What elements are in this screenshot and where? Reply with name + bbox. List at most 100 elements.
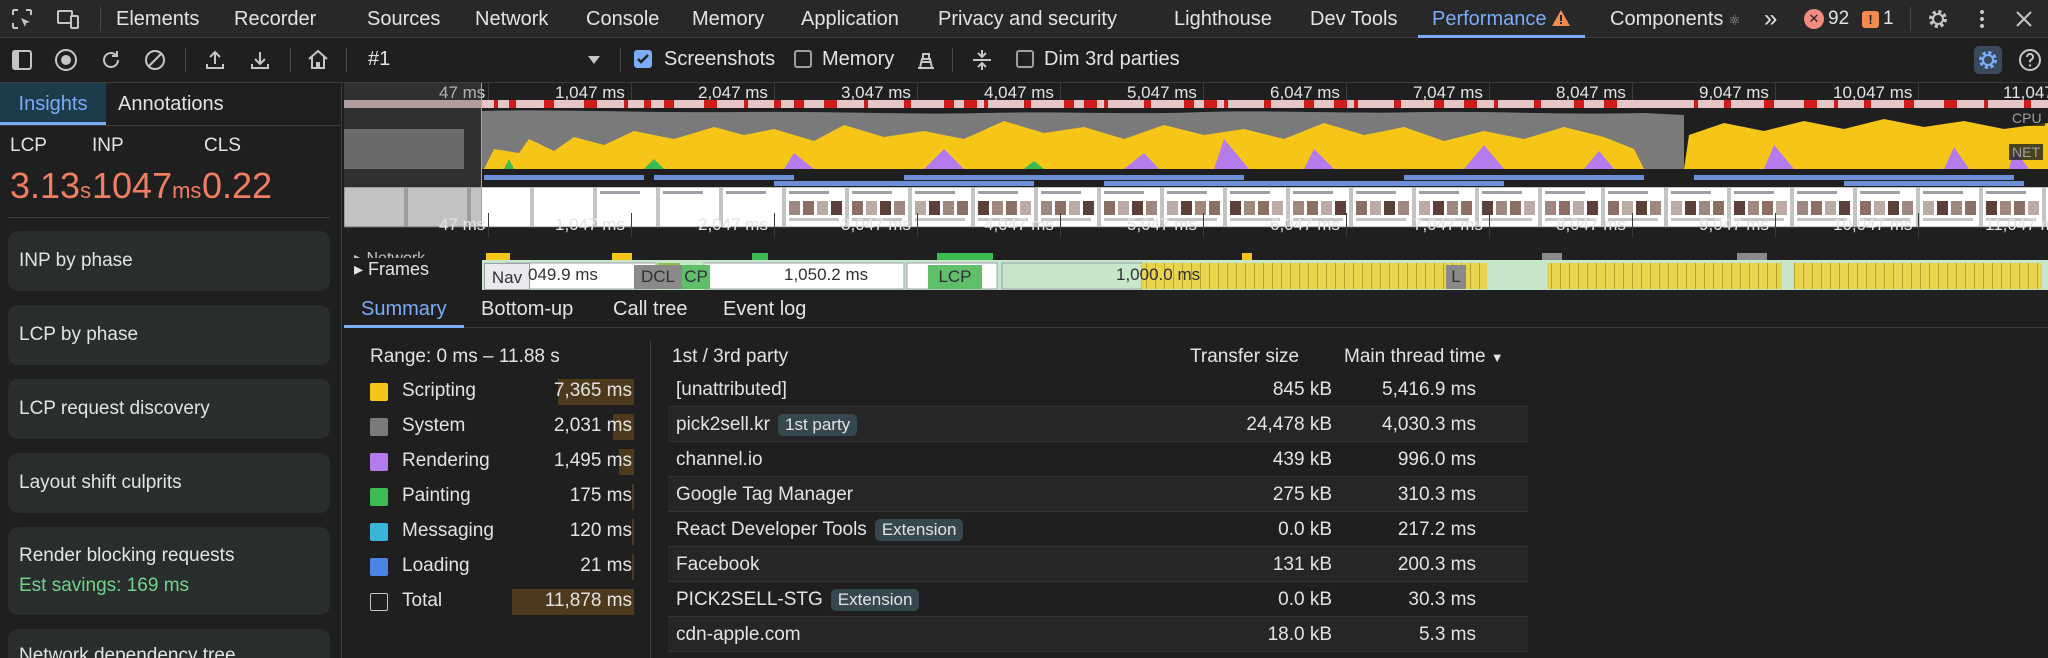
inp-metric[interactable]: 1047ms xyxy=(92,165,201,207)
capture-settings-gear-icon[interactable] xyxy=(1974,46,2002,74)
kebab-menu-icon[interactable] xyxy=(1968,5,1996,33)
lcp-marker-partial[interactable]: CP xyxy=(682,265,710,289)
category-row[interactable]: System 2,031 ms xyxy=(370,413,634,441)
long-task-marker xyxy=(1984,100,1988,108)
nav-marker[interactable]: Nav xyxy=(484,263,530,290)
long-task-marker xyxy=(1204,100,1217,108)
insight-card-render-blocking-requests[interactable]: Render blocking requests Est savings: 16… xyxy=(8,527,330,615)
third-party-name: pick2sell.kr 1st party xyxy=(676,414,858,436)
long-task-marker xyxy=(1834,100,1838,108)
category-swatch xyxy=(370,488,388,506)
toggle-sidebar-icon[interactable] xyxy=(8,46,36,74)
tab-bottom-up[interactable]: Bottom-up xyxy=(481,290,573,328)
time-tick-label: 1,047 ms xyxy=(555,215,625,234)
errors-badge[interactable]: ✕ 92 xyxy=(1804,6,1849,32)
screenshot-thumbnail[interactable] xyxy=(1918,187,1981,227)
tab-memory[interactable]: Memory xyxy=(692,0,764,38)
insight-card-lcp-by-phase[interactable]: LCP by phase xyxy=(8,305,330,365)
memory-checkbox[interactable] xyxy=(794,50,812,68)
tab-sources[interactable]: Sources xyxy=(367,0,440,38)
category-row[interactable]: Rendering 1,495 ms xyxy=(370,448,634,476)
network-track-label[interactable]: ▸ Network xyxy=(354,248,425,258)
third-party-row[interactable]: channel.io 439 kB 996.0 ms xyxy=(668,442,1528,477)
dim-3rd-parties-checkbox[interactable] xyxy=(1016,50,1034,68)
issues-badge[interactable]: ! 1 xyxy=(1862,6,1894,32)
tab-lighthouse[interactable]: Lighthouse xyxy=(1174,0,1272,38)
insight-card-network-dependency-tree[interactable]: Network dependency tree xyxy=(8,629,330,658)
more-tabs-button[interactable]: » xyxy=(1764,0,1777,38)
divider xyxy=(185,48,186,72)
screenshot-thumbnail[interactable] xyxy=(910,187,973,227)
third-party-row[interactable]: Google Tag Manager 275 kB 310.3 ms xyxy=(668,477,1528,512)
time-tick-label: 7,047 ms xyxy=(1413,215,1483,234)
device-toolbar-icon[interactable] xyxy=(54,5,82,33)
main-thread-time: 5,416.9 ms xyxy=(1382,379,1476,400)
tab-components[interactable]: Components ⚛ xyxy=(1610,0,1741,38)
lcp-metric[interactable]: 3.13s xyxy=(10,165,91,207)
reload-record-icon[interactable] xyxy=(97,46,125,74)
category-row[interactable]: Painting 175 ms xyxy=(370,483,634,511)
frame-divider xyxy=(1344,263,1345,289)
screenshots-checkbox[interactable] xyxy=(634,50,652,68)
frame-divider xyxy=(1227,263,1228,289)
divider xyxy=(650,340,651,658)
download-icon[interactable] xyxy=(246,46,274,74)
category-row[interactable]: Loading 21 ms xyxy=(370,553,634,581)
third-party-row[interactable]: cdn-apple.com 18.0 kB 5.3 ms xyxy=(668,617,1528,652)
issues-count: 1 xyxy=(1883,8,1894,29)
frame-divider xyxy=(1596,263,1597,289)
tab-elements[interactable]: Elements xyxy=(116,0,199,38)
tab-event-log[interactable]: Event log xyxy=(723,290,806,328)
tab-summary[interactable]: Summary xyxy=(344,290,464,328)
close-devtools-icon[interactable] xyxy=(2010,5,2038,33)
recording-select-value[interactable]: #1 xyxy=(368,48,390,71)
tab-call-tree[interactable]: Call tree xyxy=(613,290,687,328)
dcl-marker[interactable]: DCL xyxy=(634,265,682,289)
third-party-row[interactable]: pick2sell.kr 1st party 24,478 kB 4,030.3 ms xyxy=(668,407,1528,442)
screenshot-thumbnail[interactable] xyxy=(1351,187,1414,227)
third-party-row[interactable]: [unattributed] 845 kB 5,416.9 ms xyxy=(668,372,1528,407)
record-icon[interactable] xyxy=(52,46,80,74)
tab-privacy-and-security[interactable]: Privacy and security xyxy=(938,0,1117,38)
sidebar-tab-insights[interactable]: Insights xyxy=(0,83,106,125)
tab-network[interactable]: Network xyxy=(475,0,548,38)
category-row[interactable]: Scripting 7,365 ms xyxy=(370,378,634,406)
garbage-collect-icon[interactable] xyxy=(912,46,940,74)
tab-application[interactable]: Application xyxy=(801,0,899,38)
cls-metric[interactable]: 0.22 xyxy=(202,165,272,207)
tab-recorder[interactable]: Recorder xyxy=(234,0,316,38)
upload-icon[interactable] xyxy=(201,46,229,74)
third-party-row[interactable]: PICK2SELL-STG Extension 0.0 kB 30.3 ms xyxy=(668,582,1528,617)
third-party-row[interactable]: Facebook 131 kB 200.3 ms xyxy=(668,547,1528,582)
category-row[interactable]: Total 11,878 ms xyxy=(370,588,634,616)
tab-console[interactable]: Console xyxy=(586,0,659,38)
frames-track-label[interactable]: ▸ Frames xyxy=(354,259,429,280)
recording-dropdown-icon[interactable] xyxy=(580,46,608,74)
frames-track[interactable] xyxy=(482,253,2048,290)
lcp-marker[interactable]: LCP xyxy=(928,265,982,289)
third-party-header-time[interactable]: Main thread time ▼ xyxy=(1344,346,1504,368)
frame-divider xyxy=(1560,263,1561,289)
tab-performance[interactable]: Performance xyxy=(1418,0,1585,38)
clear-icon[interactable] xyxy=(141,46,169,74)
third-party-header-size[interactable]: Transfer size xyxy=(1190,346,1299,368)
settings-gear-icon[interactable] xyxy=(1924,5,1952,33)
help-icon[interactable] xyxy=(2016,46,2044,74)
load-marker[interactable]: L xyxy=(1446,265,1466,289)
home-icon[interactable] xyxy=(304,46,332,74)
collapse-tracks-icon[interactable] xyxy=(968,46,996,74)
screenshot-thumbnail[interactable] xyxy=(1477,187,1540,227)
sidebar-tab-annotations[interactable]: Annotations xyxy=(118,83,224,125)
insight-card-inp-by-phase[interactable]: INP by phase xyxy=(8,231,330,291)
inspect-element-icon[interactable] xyxy=(8,5,36,33)
insight-card-layout-shift-culprits[interactable]: Layout shift culprits xyxy=(8,453,330,513)
category-swatch xyxy=(370,453,388,471)
entity-tag: Extension xyxy=(874,519,964,541)
frame-divider xyxy=(1254,263,1255,289)
screenshot-thumbnail[interactable] xyxy=(784,187,847,227)
third-party-row[interactable]: React Developer Tools Extension 0.0 kB 217.… xyxy=(668,512,1528,547)
category-row[interactable]: Messaging 120 ms xyxy=(370,518,634,546)
tab-dev-tools[interactable]: Dev Tools xyxy=(1310,0,1397,38)
selection-left-mask[interactable] xyxy=(344,83,482,228)
insight-card-lcp-request-discovery[interactable]: LCP request discovery xyxy=(8,379,330,439)
